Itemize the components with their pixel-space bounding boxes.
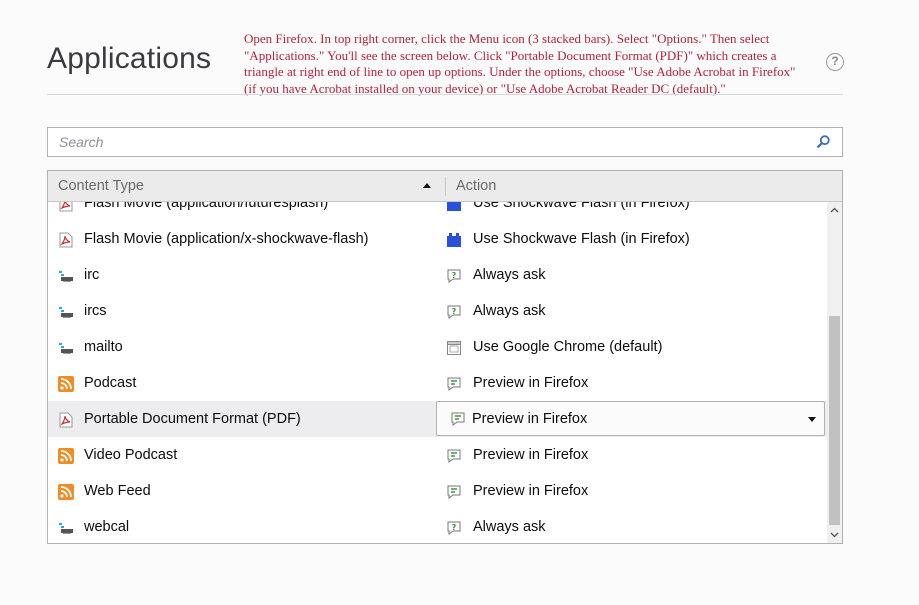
sort-ascending-icon [423,183,431,188]
action-label: Always ask [473,267,546,283]
content-type-label: Video Podcast [84,447,178,463]
pdf-icon [59,232,73,248]
feed-icon [58,448,74,464]
search-box [47,127,843,157]
action-dropdown-value: Preview in Firefox [472,411,588,427]
search-input[interactable] [48,128,788,156]
protocol-icon [59,307,73,318]
feed-icon [58,376,74,392]
action-label: Always ask [473,519,546,535]
content-type-label: Portable Document Format (PDF) [84,411,301,427]
column-header-content-type[interactable]: Content Type [48,171,445,201]
table-row[interactable]: mailto Use Google Chrome (default) [48,329,827,365]
help-icon[interactable]: ? [826,53,844,71]
svg-text:?: ? [452,307,457,316]
scroll-down-icon[interactable] [830,530,839,539]
application-icon [447,341,461,355]
protocol-icon [59,343,73,354]
divider [47,94,843,95]
action-label: Preview in Firefox [473,375,589,391]
table-header: Content Type Action [48,171,842,202]
plugin-icon [447,202,461,211]
action-label: Always ask [473,303,546,319]
svg-text:?: ? [452,271,457,280]
ask-icon: ? [447,521,461,535]
page-title: Applications [47,42,212,75]
content-type-label: Web Feed [84,483,151,499]
preview-icon [447,377,461,391]
content-type-label: Podcast [84,375,137,391]
svg-text:?: ? [452,523,457,532]
content-type-label: mailto [84,339,123,355]
action-dropdown[interactable]: Preview in Firefox [436,401,825,436]
table-row[interactable]: irc ? Always ask [48,257,827,293]
scroll-up-icon[interactable] [830,206,839,215]
preview-icon [447,485,461,499]
table-rows: Flash Movie (application/futuresplash) U… [48,202,827,543]
action-label: Use Shockwave Flash (in Firefox) [473,202,690,211]
pdf-icon [59,202,73,212]
column-header-content-type-label: Content Type [58,178,144,194]
content-type-label: webcal [84,519,130,535]
table-row[interactable]: Web Feed Preview in Firefox [48,473,827,509]
ask-icon: ? [447,269,461,283]
content-type-label: irc [84,267,100,283]
protocol-icon [59,271,73,282]
table-row[interactable]: Flash Movie (application/x-shockwave-fla… [48,221,827,257]
ask-icon: ? [447,305,461,319]
content-type-label: ircs [84,303,107,319]
action-label: Use Google Chrome (default) [473,339,663,355]
table-row[interactable]: Podcast Preview in Firefox [48,365,827,401]
plugin-icon [447,233,461,247]
table-row[interactable]: Video Podcast Preview in Firefox [48,437,827,473]
preview-icon [451,412,465,426]
action-label: Preview in Firefox [473,483,589,499]
column-header-action-label: Action [456,178,497,194]
preview-icon [447,449,461,463]
vertical-scrollbar[interactable] [827,202,842,543]
applications-table: Content Type Action Flash Movie (applica… [47,170,843,544]
search-icon[interactable] [817,135,830,148]
table-row[interactable]: webcal ? Always ask [48,509,827,543]
content-type-label: Flash Movie (application/x-shockwave-fla… [84,231,369,247]
column-header-action[interactable]: Action [456,171,496,202]
column-separator[interactable] [445,177,446,196]
scrollbar-thumb[interactable] [829,316,840,525]
content-type-label: Flash Movie (application/futuresplash) [84,202,329,211]
table-row-selected[interactable]: Portable Document Format (PDF) Preview i… [48,401,827,437]
table-row[interactable]: Flash Movie (application/futuresplash) U… [48,202,827,221]
action-label: Use Shockwave Flash (in Firefox) [473,231,690,247]
pdf-icon [59,412,73,428]
table-row[interactable]: ircs ? Always ask [48,293,827,329]
instructions-note: Open Firefox. In top right corner, click… [244,31,796,96]
chevron-down-icon[interactable] [808,417,816,422]
feed-icon [58,484,74,500]
protocol-icon [59,523,73,534]
action-label: Preview in Firefox [473,447,589,463]
